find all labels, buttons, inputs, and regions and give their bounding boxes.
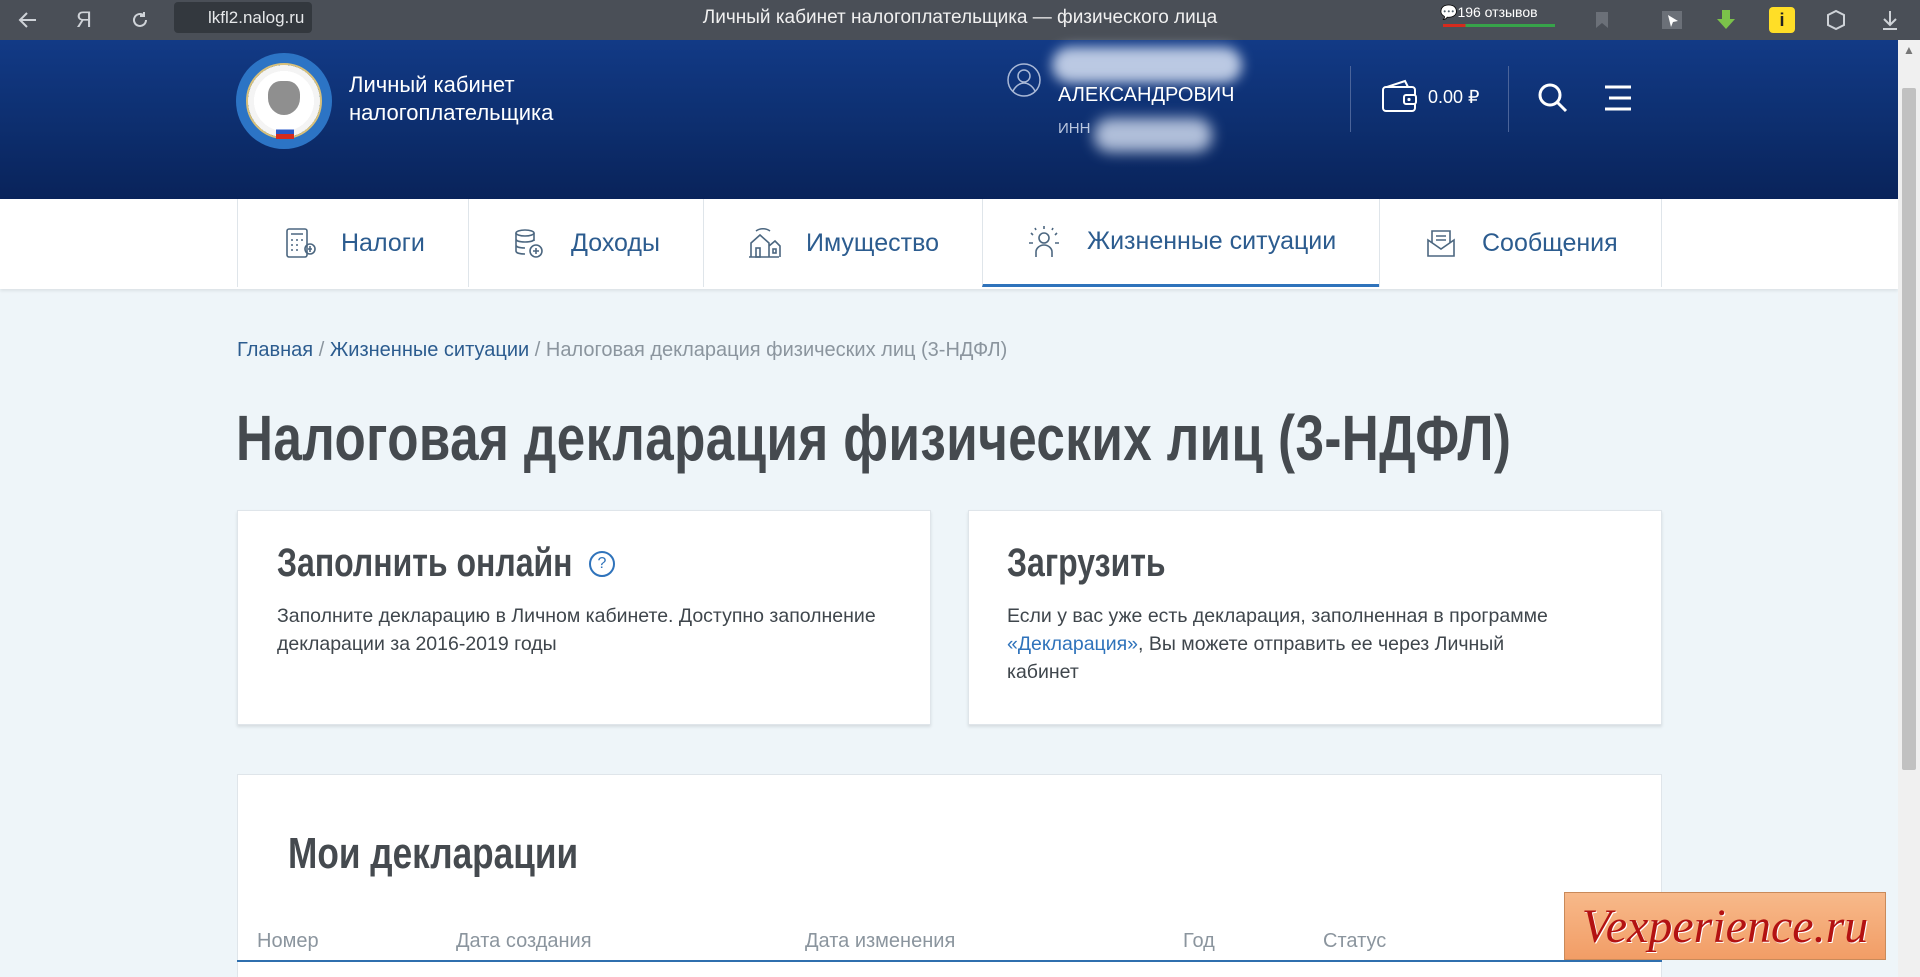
- tab-label: Сообщения: [1482, 228, 1618, 257]
- downloads-icon[interactable]: [1870, 0, 1910, 40]
- breadcrumb: Главная / Жизненные ситуации / Налоговая…: [237, 339, 1007, 362]
- page-title: Налоговая декларация физических лиц (3-Н…: [236, 402, 1512, 474]
- reviews-count: 196 отзывов: [1457, 4, 1538, 20]
- extension-badge: i: [1769, 7, 1795, 33]
- bookmark-icon[interactable]: [1582, 0, 1622, 40]
- column-header-year[interactable]: Год: [1183, 930, 1215, 953]
- tab-label: Имущество: [806, 228, 939, 257]
- upload-description: Если у вас уже есть декларация, заполнен…: [1007, 602, 1577, 686]
- cabinet-title[interactable]: Личный кабинет налогоплательщика: [349, 71, 609, 127]
- breadcrumb-separator: /: [318, 339, 325, 361]
- tab-property[interactable]: Имущество: [703, 199, 982, 287]
- column-header-status[interactable]: Статус: [1323, 930, 1386, 953]
- watermark-logo: Vexperience.ru: [1564, 892, 1886, 960]
- search-icon[interactable]: [1535, 80, 1571, 116]
- blurred-surname: [1052, 47, 1242, 83]
- fill-online-title[interactable]: Заполнить онлайн: [277, 541, 572, 586]
- extension-icon[interactable]: i: [1762, 0, 1802, 40]
- reviews-rating-bar: [1443, 24, 1555, 27]
- flag-icon: [276, 125, 294, 139]
- scroll-up-arrow-icon[interactable]: ▲: [1898, 40, 1920, 60]
- people-icon: [1029, 225, 1059, 257]
- tab-label: Налоги: [341, 228, 425, 257]
- column-header-created[interactable]: Дата создания: [456, 930, 592, 953]
- header-divider: [1350, 66, 1351, 132]
- address-host: lkfl2.nalog.ru: [208, 7, 305, 27]
- back-arrow-icon[interactable]: [8, 0, 48, 40]
- upload-text-before: Если у вас уже есть декларация, заполнен…: [1007, 605, 1548, 627]
- cabinet-title-line1: Личный кабинет: [349, 72, 515, 97]
- declaration-program-link[interactable]: «Декларация»: [1007, 633, 1138, 655]
- upload-card[interactable]: Загрузить Если у вас уже есть декларация…: [968, 510, 1662, 725]
- breadcrumb-current: Налоговая декларация физических лиц (3-Н…: [545, 339, 1008, 361]
- user-avatar-icon[interactable]: [1006, 62, 1042, 98]
- calculator-icon: [286, 228, 316, 258]
- tab-income[interactable]: Доходы: [468, 199, 703, 287]
- balance-amount[interactable]: 0.00 ₽: [1428, 87, 1480, 108]
- envelope-icon: [1427, 230, 1455, 257]
- wallet-icon[interactable]: [1380, 78, 1420, 118]
- screenshot-icon[interactable]: [1652, 0, 1692, 40]
- tab-label: Жизненные ситуации: [1087, 227, 1337, 255]
- user-name[interactable]: АЛЕКСАНДРОВИЧ: [1058, 84, 1235, 107]
- tab-taxes[interactable]: Налоги: [237, 199, 468, 287]
- my-declarations-title: Мои декларации: [288, 829, 579, 878]
- coins-icon: [515, 229, 543, 258]
- blurred-inn: [1094, 118, 1212, 152]
- column-header-modified[interactable]: Дата изменения: [805, 930, 955, 953]
- header-divider: [1508, 66, 1509, 132]
- reload-icon[interactable]: [120, 0, 160, 40]
- download-arrow-icon[interactable]: [1706, 0, 1746, 40]
- help-question-icon[interactable]: ?: [589, 551, 615, 577]
- tab-divider: [1661, 199, 1662, 287]
- cabinet-title-line2: налогоплательщика: [349, 100, 554, 125]
- hamburger-menu-icon[interactable]: [1600, 80, 1636, 116]
- reviews-badge[interactable]: 💬196 отзывов: [1440, 2, 1558, 24]
- table-header-underline: [237, 960, 1662, 962]
- house-icon: [749, 227, 781, 258]
- breadcrumb-separator: /: [534, 339, 541, 361]
- yandex-logo-icon[interactable]: Я: [64, 0, 104, 40]
- upload-title[interactable]: Загрузить: [1007, 541, 1166, 586]
- column-header-number[interactable]: Номер: [257, 930, 319, 953]
- fill-online-card[interactable]: Заполнить онлайн ? Заполните декларацию …: [237, 510, 931, 725]
- fill-online-description: Заполните декларацию в Личном кабинете. …: [277, 605, 876, 655]
- tab-label: Доходы: [571, 228, 660, 257]
- tab-messages[interactable]: Сообщения: [1379, 199, 1662, 287]
- eagle-icon: [268, 81, 300, 115]
- user-inn-label: ИНН: [1058, 120, 1091, 137]
- fns-emblem-logo[interactable]: [236, 53, 332, 149]
- breadcrumb-home-link[interactable]: Главная: [237, 339, 313, 361]
- browser-toolbar: Я lkfl2.nalog.ru Личный кабинет налогопл…: [0, 0, 1920, 40]
- scrollbar-thumb[interactable]: [1902, 88, 1916, 770]
- comment-icon: 💬: [1440, 4, 1458, 20]
- tab-life-situations[interactable]: Жизненные ситуации: [982, 199, 1379, 287]
- breadcrumb-section-link[interactable]: Жизненные ситуации: [330, 339, 529, 361]
- address-bar[interactable]: lkfl2.nalog.ru: [174, 2, 313, 33]
- collections-icon[interactable]: [1816, 0, 1856, 40]
